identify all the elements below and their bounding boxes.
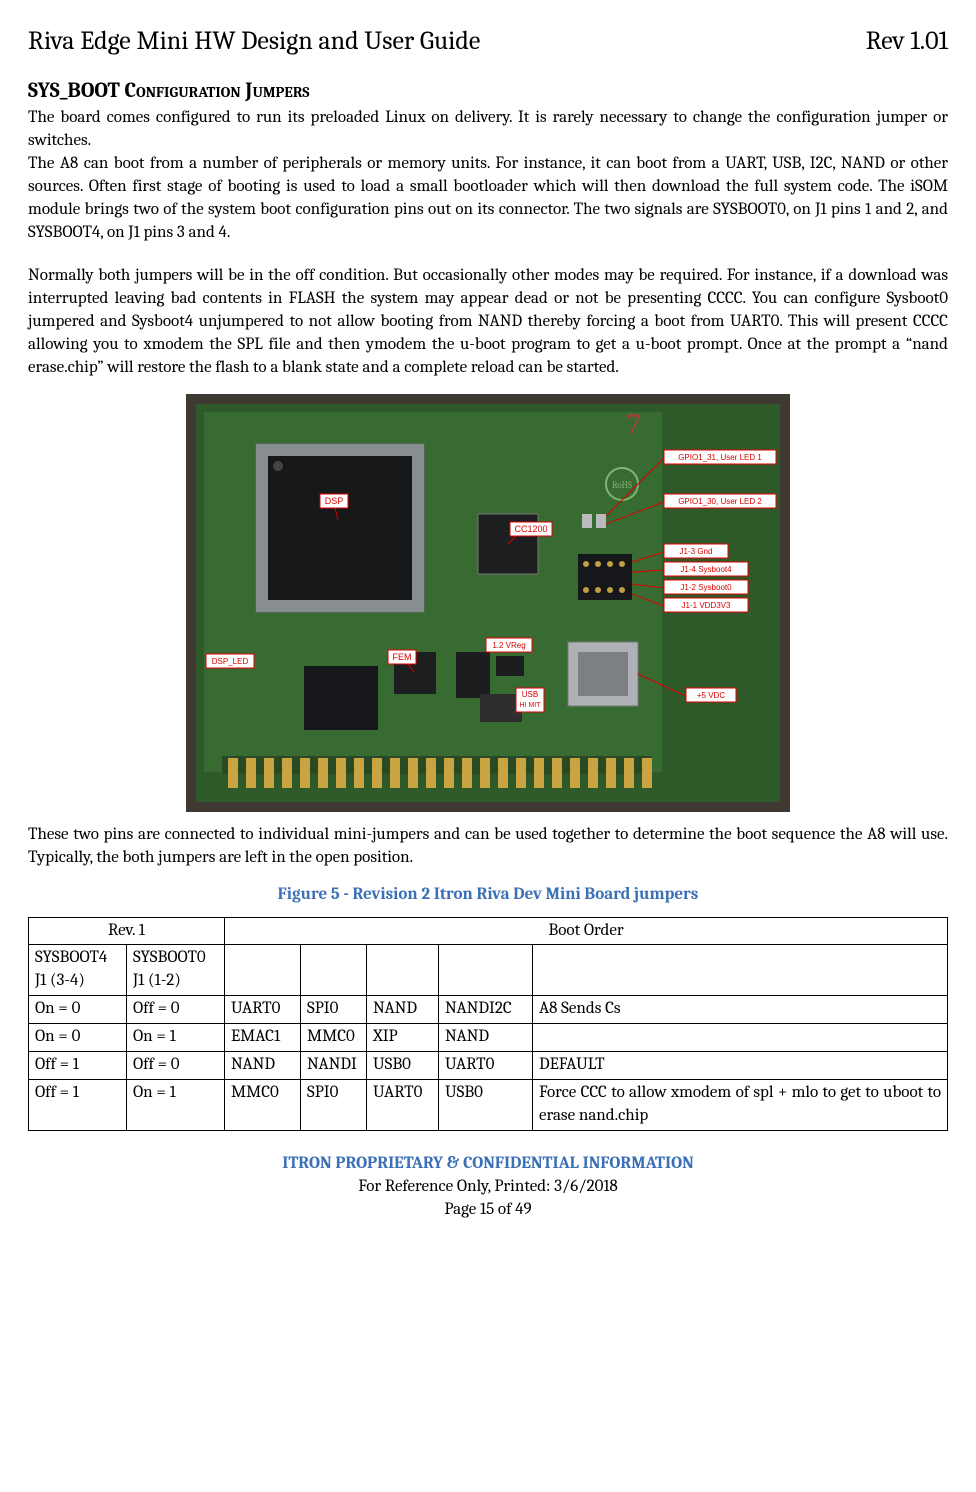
- j1-4-label: J1-4 Sysboot4: [680, 565, 732, 574]
- doc-title: Riva Edge Mini HW Design and User Guide: [28, 24, 480, 59]
- gpio1-31-label: GPIO1_31, User LED 1: [678, 453, 762, 462]
- table-row: Off = 1 Off = 0 NAND NANDI USB0 UART0 DE…: [29, 1052, 948, 1080]
- page-header: Riva Edge Mini HW Design and User Guide …: [28, 24, 948, 59]
- table-row: Off = 1 On = 1 MMC0 SPI0 UART0 USB0 Forc…: [29, 1080, 948, 1131]
- dsp-label: DSP: [325, 496, 344, 506]
- th-sysboot0: SYSBOOT0 J1 (1-2): [127, 945, 225, 996]
- th-boot: Boot Order: [225, 917, 948, 945]
- footer-page: Page 15 of 49: [28, 1199, 948, 1222]
- vreg-label: 1.2 VReg: [492, 641, 525, 650]
- 5vdc-label: +5 VDC: [697, 691, 725, 700]
- fem-label: FEM: [393, 652, 412, 662]
- usb2-label: HI MIT: [520, 702, 542, 709]
- j1-3-label: J1-3 Gnd: [680, 547, 713, 556]
- dsp-led-label: DSP_LED: [212, 657, 249, 666]
- th-sysboot4: SYSBOOT4 J1 (3-4): [29, 945, 127, 996]
- j1-2-label: J1-2 Sysboot0: [680, 583, 732, 592]
- pcb-illustration: RoHS 7 DSP CC1200 DSP_LED FEM 1.2 VReg U…: [186, 394, 790, 812]
- doc-revision: Rev 1.01: [866, 24, 948, 59]
- footer-confidential: ITRON PROPRIETARY & CONFIDENTIAL INFORMA…: [28, 1153, 948, 1176]
- body-para-3: Normally both jumpers will be in the off…: [28, 265, 948, 380]
- gpio1-30-label: GPIO1_30, User LED 2: [678, 497, 762, 506]
- figure-caption: Figure 5 - Revision 2 Itron Riva Dev Min…: [28, 884, 948, 907]
- body-para-2: The A8 can boot from a number of periphe…: [28, 153, 948, 245]
- page-footer: ITRON PROPRIETARY & CONFIDENTIAL INFORMA…: [28, 1153, 948, 1222]
- j1-1-label: J1-1 VDD3V3: [682, 601, 731, 610]
- rohs-label: RoHS: [612, 481, 632, 491]
- footer-printed: For Reference Only, Printed: 3/6/2018: [28, 1176, 948, 1199]
- section-heading: SYS_BOOT Configuration Jumpers: [28, 77, 948, 105]
- handwritten-seven: 7: [626, 408, 641, 441]
- usb-label: USB: [522, 690, 538, 699]
- body-para-1: The board comes configured to run its pr…: [28, 107, 948, 153]
- table-row: On = 0 Off = 0 UART0 SPI0 NAND NANDI2C A…: [29, 996, 948, 1024]
- boot-order-table: Rev. 1 Boot Order SYSBOOT4 J1 (3-4) SYSB…: [28, 917, 948, 1132]
- table-row: On = 0 On = 1 EMAC1 MMC0 XIP NAND: [29, 1024, 948, 1052]
- figure-pcb: RoHS 7 DSP CC1200 DSP_LED FEM 1.2 VReg U…: [28, 394, 948, 820]
- body-para-4: These two pins are connected to individu…: [28, 824, 948, 870]
- th-rev: Rev. 1: [29, 917, 225, 945]
- cc1200-label: CC1200: [514, 524, 547, 534]
